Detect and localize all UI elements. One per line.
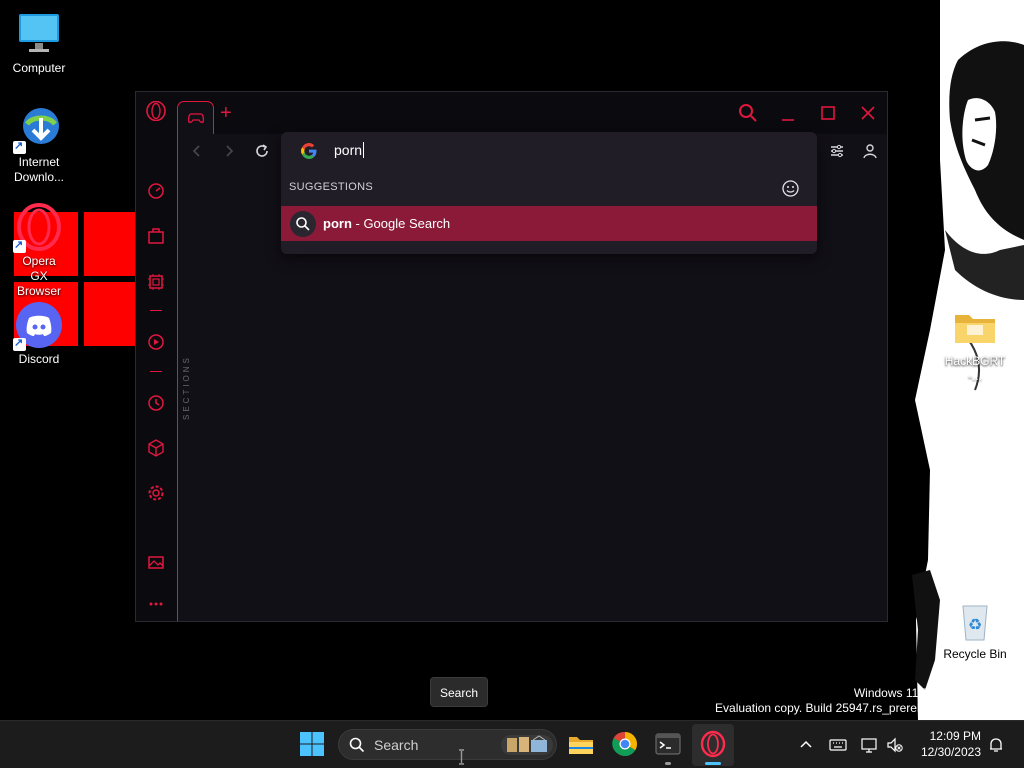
clock-time: 12:09 PM [929, 729, 981, 743]
desktop-icon-hackbgrt-folder[interactable]: HackBGRT -... [937, 303, 1013, 384]
desktop-icon-opera-gx[interactable]: Opera GX Browser [1, 203, 77, 299]
search-icon [349, 737, 365, 753]
browser-sidebar [136, 134, 178, 621]
back-icon[interactable] [188, 142, 206, 160]
suggestion-item[interactable]: porn - Google Search [281, 206, 817, 241]
running-indicator [665, 762, 671, 765]
gamepad-icon [188, 113, 204, 124]
taskbar-search-placeholder: Search [374, 737, 419, 753]
sidebar-divider [150, 371, 162, 372]
address-input[interactable]: porn [334, 142, 365, 158]
chevron-up-icon[interactable] [797, 736, 815, 754]
shortcut-arrow-icon [13, 238, 26, 253]
volume-muted-icon[interactable] [886, 736, 904, 754]
active-indicator [705, 762, 721, 765]
wallpaper-tile [84, 212, 136, 276]
file-explorer-icon[interactable] [567, 730, 595, 758]
emoji-icon[interactable] [782, 180, 799, 197]
network-icon[interactable] [860, 736, 878, 754]
windows-watermark: Windows 11 Pro Insid Evaluation copy. Bu… [715, 686, 969, 715]
desktop-icon-internet-download-manager[interactable]: Internet Downlo... [1, 104, 77, 185]
hot-tabs-killer-icon[interactable] [146, 272, 166, 292]
computer-icon [15, 10, 63, 58]
mouse-cursor-ibeam [459, 749, 464, 765]
opera-gx-icon [13, 203, 63, 253]
browser-titlebar: + [136, 92, 887, 134]
minimize-button[interactable] [776, 101, 800, 125]
desktop-icon-computer[interactable]: Computer [1, 10, 77, 76]
taskbar-search[interactable]: Search [338, 729, 557, 760]
address-bar-dropdown: porn SUGGESTIONS porn - Google Search [281, 132, 817, 254]
profile-icon[interactable] [861, 142, 879, 160]
opera-menu-icon[interactable] [146, 101, 166, 121]
desktop-icon-recycle-bin[interactable]: ♻ Recycle Bin [937, 596, 1013, 662]
shortcut-arrow-icon [13, 336, 26, 351]
search-tabs-icon[interactable] [736, 101, 760, 125]
idm-icon [13, 104, 63, 154]
reload-icon[interactable] [253, 142, 271, 160]
folder-icon [951, 303, 999, 351]
settings-gear-icon[interactable] [146, 483, 166, 503]
svg-text:♻: ♻ [968, 615, 982, 634]
shortcut-arrow-icon [13, 139, 26, 154]
notification-bell-icon[interactable] [987, 736, 1005, 754]
history-icon[interactable] [146, 393, 166, 413]
more-options-icon[interactable] [146, 594, 166, 614]
terminal-icon[interactable] [654, 730, 682, 758]
desktop-icon-discord[interactable]: Discord [1, 301, 77, 367]
search-icon [290, 211, 316, 237]
suggestion-text: porn - Google Search [323, 216, 451, 231]
recycle-bin-icon: ♻ [951, 596, 999, 644]
close-button[interactable] [856, 101, 880, 125]
active-tab[interactable] [177, 101, 214, 134]
sections-label: SECTIONS [182, 355, 191, 420]
gx-corner-icon[interactable] [146, 226, 166, 246]
wallpaper-gallery-icon[interactable] [146, 552, 166, 572]
sidebar-divider [150, 310, 162, 311]
taskbar: Search 12:09 PM 12/30/2023 [0, 720, 1024, 768]
google-icon [301, 143, 317, 159]
wallpaper-tile [84, 282, 136, 346]
discord-icon [13, 301, 63, 351]
maximize-button[interactable] [816, 101, 840, 125]
clock-date: 12/30/2023 [920, 745, 981, 759]
opera-gx-taskbar-icon[interactable] [699, 730, 727, 758]
search-tooltip: Search [430, 677, 489, 707]
forward-icon[interactable] [220, 142, 238, 160]
gx-control-icon[interactable] [146, 181, 166, 201]
suggestions-heading: SUGGESTIONS [289, 181, 373, 193]
easy-setup-icon[interactable] [828, 142, 846, 160]
search-highlight-illustration-icon [501, 735, 553, 755]
system-clock[interactable]: 12:09 PM 12/30/2023 [921, 728, 981, 760]
new-tab-button[interactable]: + [220, 103, 232, 123]
extensions-icon[interactable] [146, 438, 166, 458]
player-icon[interactable] [146, 332, 166, 352]
chrome-icon[interactable] [611, 730, 639, 758]
start-button[interactable] [298, 730, 326, 758]
text-caret [363, 142, 365, 158]
keyboard-icon[interactable] [829, 736, 847, 754]
